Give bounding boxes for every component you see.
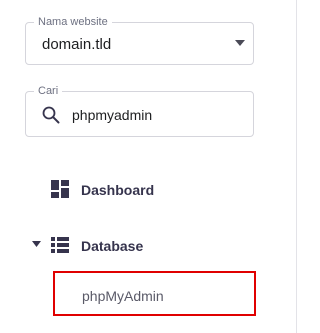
sidebar-divider [296, 0, 297, 333]
chevron-down-icon[interactable] [235, 40, 245, 46]
sidebar-item-label: Database [81, 238, 144, 254]
sidebar-subitem-label: phpMyAdmin [82, 288, 164, 304]
sidebar-subitem-phpmyadmin[interactable]: phpMyAdmin [53, 271, 256, 316]
sidebar-item-label: Dashboard [81, 182, 155, 198]
search-icon [42, 106, 60, 124]
sidebar-item-database[interactable]: Database [0, 230, 290, 260]
search-field[interactable]: Cari [25, 84, 254, 137]
website-select[interactable]: Nama website domain.tld [25, 15, 254, 65]
search-label: Cari [34, 84, 63, 98]
dashboard-icon [51, 180, 69, 198]
website-select-value: domain.tld [42, 36, 112, 53]
website-select-label: Nama website [34, 15, 112, 29]
caret-down-icon[interactable] [32, 241, 41, 247]
search-input[interactable] [72, 106, 242, 124]
sidebar-item-dashboard[interactable]: Dashboard [0, 175, 290, 205]
database-icon [51, 237, 69, 253]
